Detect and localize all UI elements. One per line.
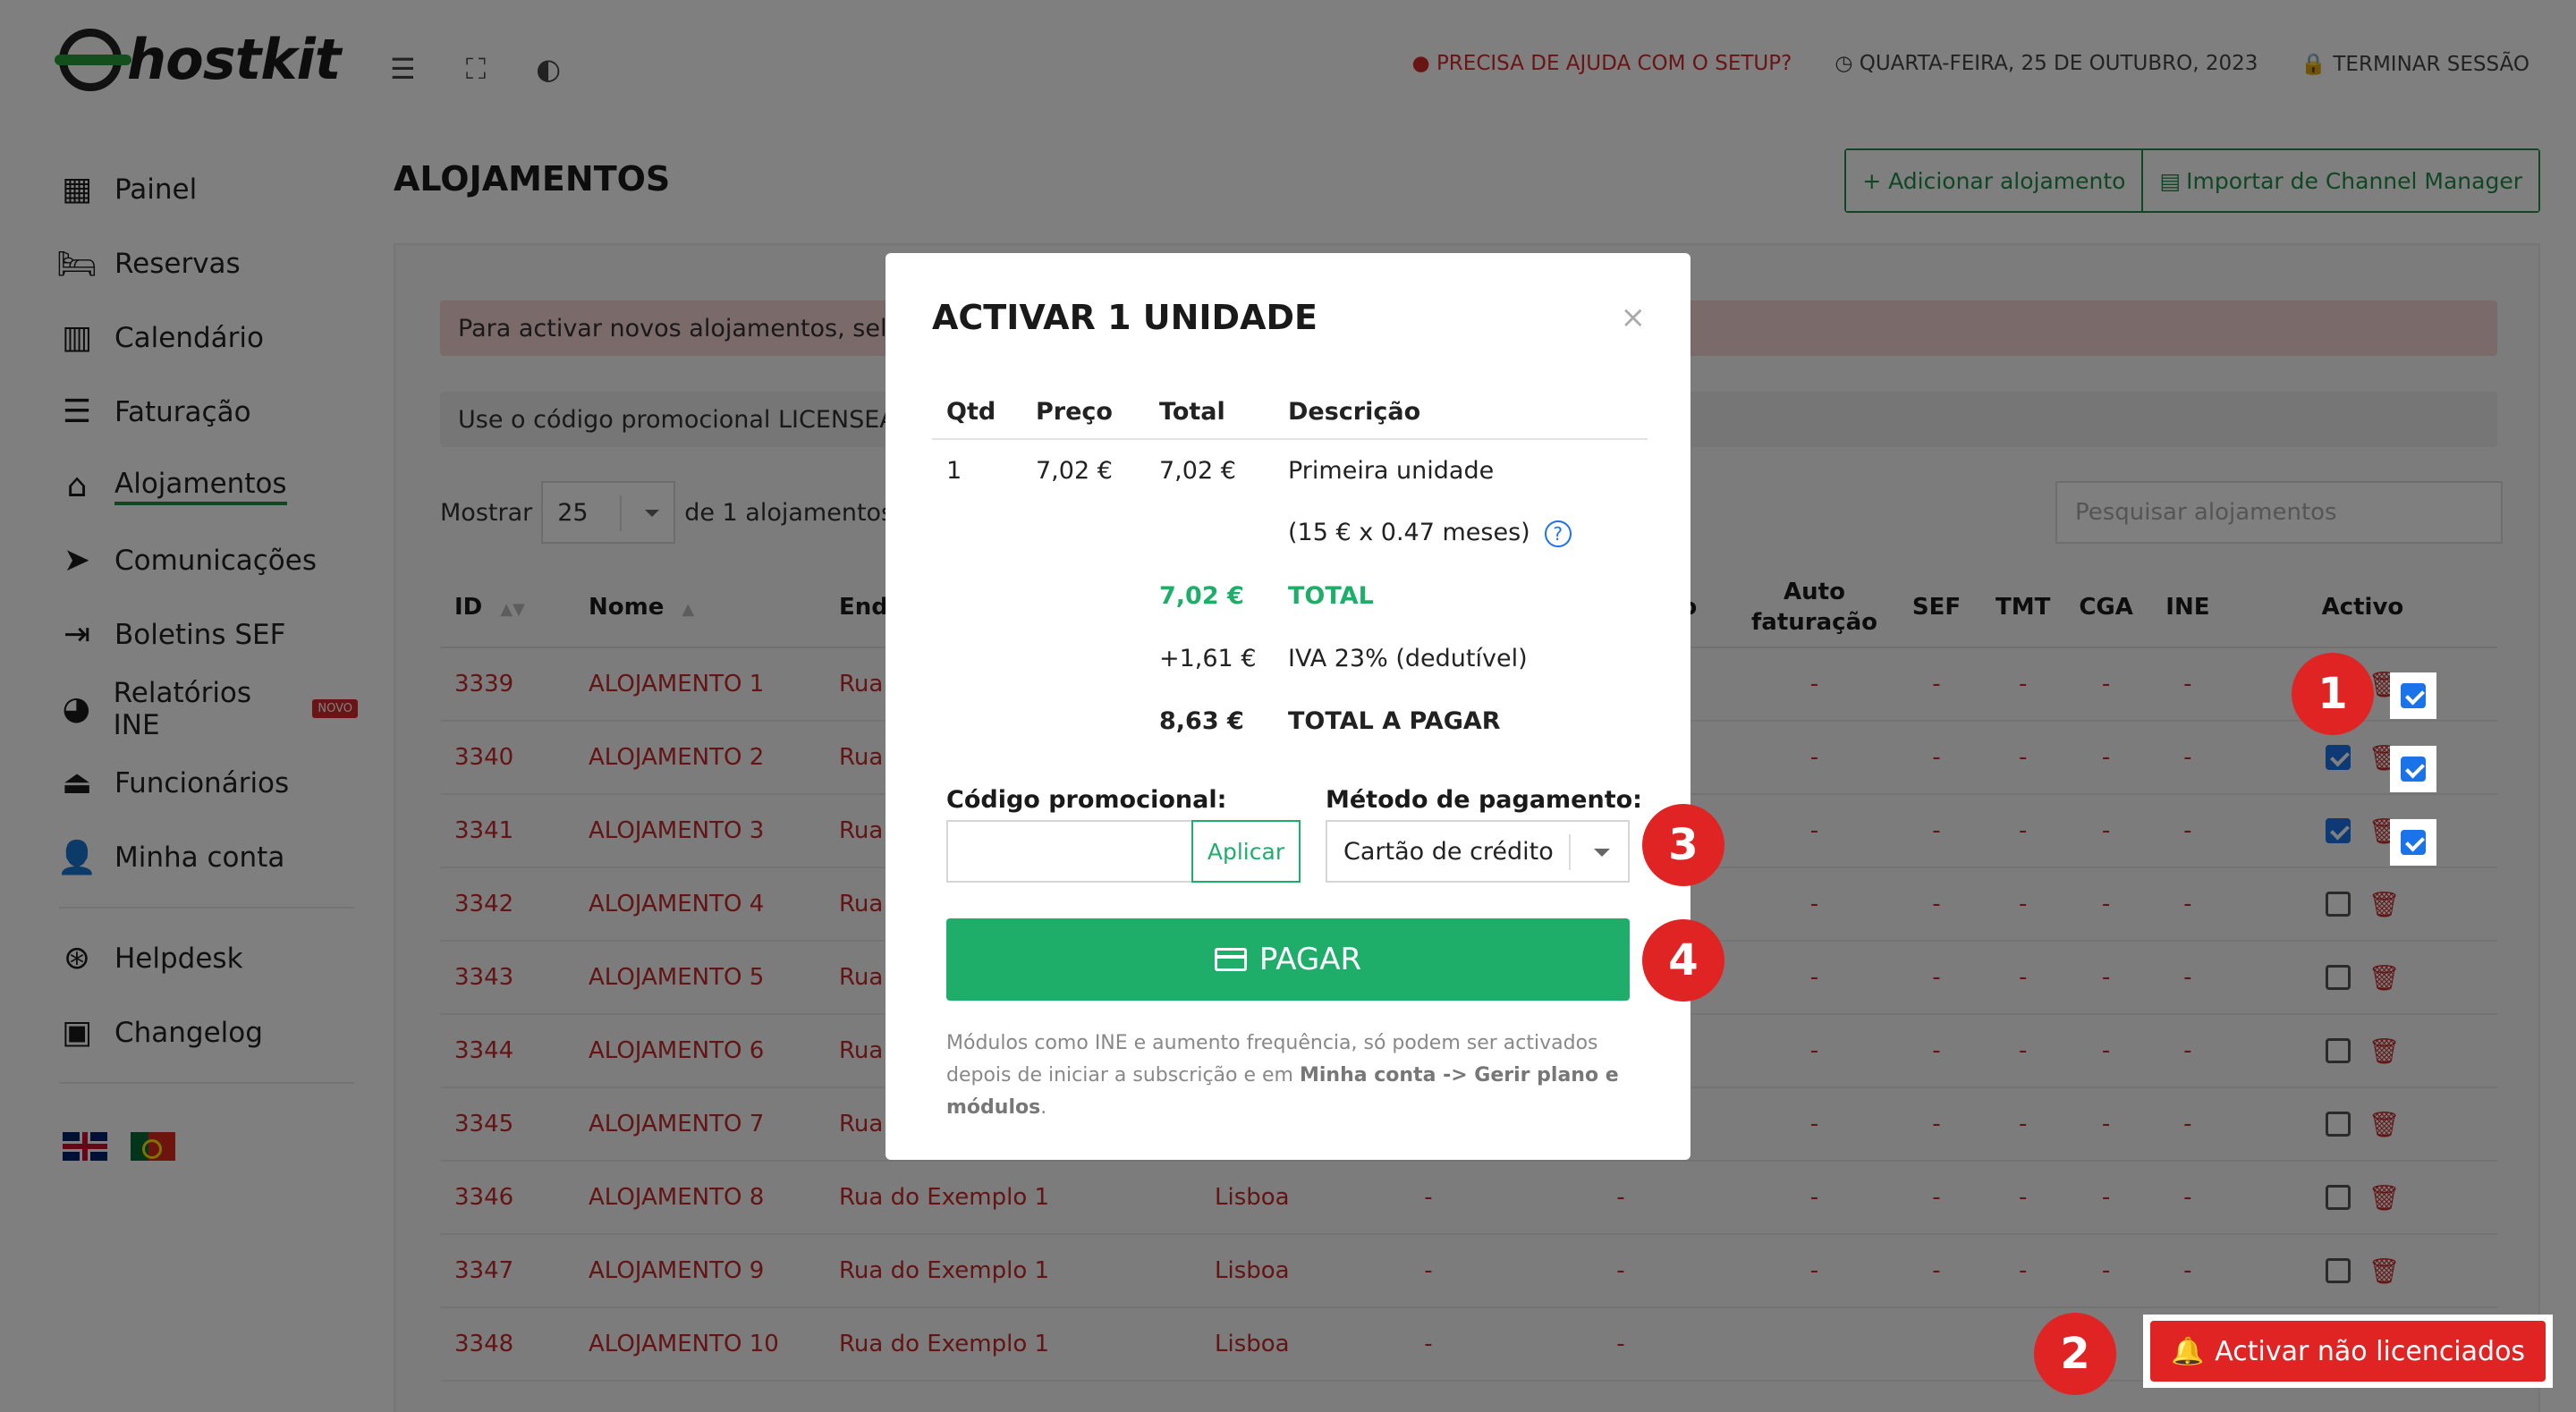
modules-note: Módulos como INE e aumento frequência, s… [946,1027,1630,1124]
highlight-checkbox-3[interactable] [2390,819,2436,866]
tax-value: +1,61 € [1159,644,1257,672]
summary-header-row: Qtd Preço Total Descrição [932,385,1648,440]
summary-grand-row: 8,63 € TOTAL A PAGAR [932,689,1648,752]
tax-label: IVA 23% (dedutível) [1288,644,1528,672]
summary-detail-row: (15 € x 0.47 meses)? [932,502,1648,564]
pay-button[interactable]: PAGAR [946,918,1630,1001]
subtotal-label: TOTAL [1288,581,1374,610]
callout-3: 3 [1642,804,1724,886]
modal-title: ACTIVAR 1 UNIDADE [932,298,1318,337]
promo-code-input[interactable] [946,820,1193,883]
callout-4: 4 [1642,919,1724,1002]
grand-total-label: TOTAL A PAGAR [1288,706,1501,735]
active-checkbox[interactable] [2401,683,2426,708]
activate-unlicensed-highlight: 🔔 Activar não licenciados [2143,1315,2553,1388]
column-descricao: Descrição [1274,385,1648,440]
active-checkbox[interactable] [2401,757,2426,782]
activate-modal: ACTIVAR 1 UNIDADE × Qtd Preço Total Desc… [886,253,1690,1160]
line-preco: 7,02 € [1036,457,1113,485]
callout-1: 1 [2292,653,2374,735]
credit-card-icon [1214,948,1247,971]
select-divider [1569,834,1571,870]
note-end: . [1040,1096,1047,1119]
summary-subtotal-row: 7,02 € TOTAL [932,564,1648,627]
order-summary-table: Qtd Preço Total Descrição 1 7,02 € 7,02 … [932,385,1648,752]
line-qtd: 1 [946,457,962,485]
subtotal-value: 7,02 € [1159,581,1244,610]
column-qtd: Qtd [932,385,1021,440]
line-total: 7,02 € [1159,457,1236,485]
highlight-checkbox-1[interactable] [2390,672,2436,719]
info-icon[interactable]: ? [1544,520,1572,547]
line-detail: (15 € x 0.47 meses) [1288,519,1530,547]
close-icon[interactable]: × [1621,300,1647,335]
column-preco: Preço [1021,385,1145,440]
highlight-checkbox-2[interactable] [2390,746,2436,792]
grand-total-value: 8,63 € [1159,706,1244,735]
line-descricao: Primeira unidade [1288,457,1495,485]
apply-promo-button[interactable]: Aplicar [1191,820,1301,883]
summary-tax-row: +1,61 € IVA 23% (dedutível) [932,627,1648,689]
summary-line-row: 1 7,02 € 7,02 € Primeira unidade [932,439,1648,502]
pay-button-label: PAGAR [1258,942,1362,977]
callout-2: 2 [2034,1313,2116,1395]
bell-icon: 🔔 [2170,1335,2205,1367]
activate-unlicensed-label: Activar não licenciados [2215,1335,2526,1367]
column-total: Total [1145,385,1274,440]
payment-method-select[interactable]: Cartão de crédito [1326,820,1630,883]
payment-method-label: Método de pagamento: [1326,786,1642,814]
promo-code-label: Código promocional: [946,786,1227,814]
chevron-down-icon [1594,849,1610,865]
active-checkbox[interactable] [2401,830,2426,855]
payment-method-value: Cartão de crédito [1343,837,1554,866]
activate-unlicensed-button[interactable]: 🔔 Activar não licenciados [2150,1321,2546,1382]
